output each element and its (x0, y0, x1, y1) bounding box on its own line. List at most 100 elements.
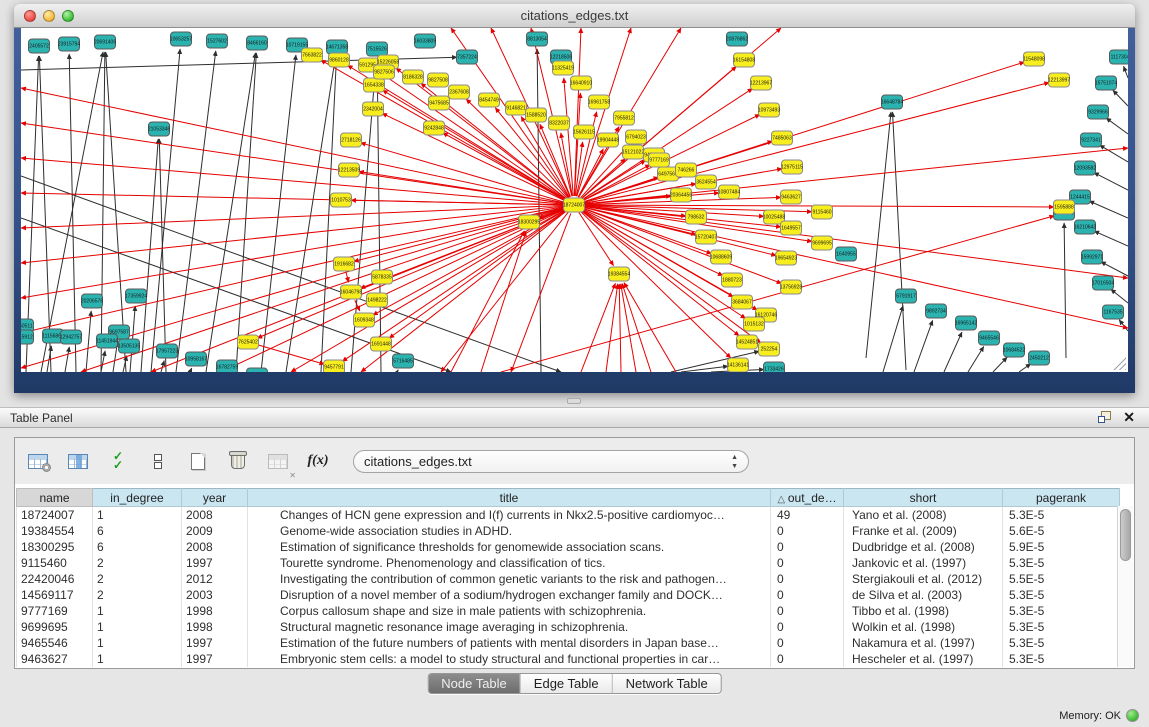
graph-node[interactable]: 12923446 (246, 368, 268, 373)
column-header-year[interactable]: year (182, 489, 248, 507)
graph-node[interactable]: 2718126 (340, 133, 362, 148)
graph-node[interactable]: 9115460 (811, 205, 833, 220)
table-row[interactable]: 1456911722003Disruption of a novel membe… (17, 587, 1120, 603)
graph-node[interactable]: 16782759 (216, 360, 238, 373)
graph-edge[interactable] (574, 28, 581, 196)
graph-node[interactable]: 12093582 (1074, 161, 1096, 176)
graph-edge[interactable] (1124, 66, 1128, 78)
graph-node[interactable]: 15121022 (622, 145, 644, 160)
panel-resize-handle[interactable] (567, 398, 581, 404)
graph-node[interactable]: 9827506 (373, 65, 395, 80)
table-settings-button[interactable] (23, 446, 53, 476)
vertical-scrollbar[interactable] (1117, 506, 1133, 667)
graph-edge[interactable] (221, 209, 566, 372)
graph-node[interactable]: 5716485 (392, 354, 414, 369)
column-header-in_degree[interactable]: in_degree (93, 489, 182, 507)
graph-edge[interactable] (236, 53, 256, 372)
graph-edge[interactable] (893, 112, 906, 370)
graph-edge[interactable] (141, 139, 158, 372)
graph-node[interactable]: 8813054 (526, 32, 548, 47)
graph-node[interactable]: 19384554 (608, 267, 630, 282)
graph-edge[interactable] (622, 284, 651, 372)
close-panel-icon[interactable]: ✕ (1123, 410, 1135, 424)
table-row[interactable]: 1938455462009Genome-wide association stu… (17, 523, 1120, 539)
graph-node[interactable]: 21053346 (148, 122, 170, 137)
graph-edge[interactable] (21, 158, 565, 204)
graph-edge[interactable] (65, 347, 69, 372)
graph-node[interactable]: 1654338 (363, 78, 385, 93)
graph-node[interactable]: 8454749 (478, 93, 500, 108)
graph-node[interactable]: 2342004 (362, 102, 384, 117)
graph-node[interactable]: 10807484 (718, 185, 740, 200)
graph-node[interactable]: 12213509 (338, 163, 360, 178)
graph-node[interactable]: 14136141 (727, 358, 749, 373)
graph-node[interactable]: 18724007 (563, 198, 585, 213)
graph-node[interactable]: 1117304 (1109, 50, 1128, 65)
graph-node[interactable]: 8466160 (246, 36, 268, 51)
graph-node[interactable]: 12213967 (750, 76, 772, 91)
graph-node[interactable]: 252254 (758, 342, 780, 357)
select-all-button[interactable]: ✓✓ (103, 446, 133, 476)
graph-node[interactable]: 9463627 (780, 190, 802, 205)
graph-node[interactable]: 8186328 (402, 70, 424, 85)
graph-edge[interactable] (41, 52, 103, 372)
graph-node[interactable]: 2367608 (448, 85, 470, 100)
graph-node[interactable]: 9457791 (323, 360, 345, 373)
graph-edge[interactable] (396, 68, 567, 199)
table-row[interactable]: 946362711997Embryonic stem cells: a mode… (17, 651, 1120, 667)
graph-edge[interactable] (1089, 201, 1128, 218)
graph-node[interactable]: 20876862 (726, 32, 748, 47)
graph-edge[interactable] (564, 78, 573, 196)
graph-node[interactable]: 19904448 (597, 133, 619, 148)
graph-node[interactable]: 16640910 (570, 76, 592, 91)
graph-edge[interactable] (583, 82, 1050, 202)
graph-node[interactable]: 7625402 (237, 335, 259, 350)
graph-edge[interactable] (39, 56, 51, 372)
graph-node[interactable]: 1167535 (1102, 305, 1124, 320)
graph-edge[interactable] (1119, 320, 1128, 331)
graph-node[interactable]: 6791917 (895, 289, 917, 304)
float-panel-icon[interactable] (1098, 411, 1111, 423)
graph-edge[interactable] (190, 368, 192, 372)
graph-node[interactable]: 7663822 (301, 48, 323, 63)
graph-node[interactable]: 15626115 (573, 125, 595, 140)
table-row[interactable]: 946554611997Estimation of the future num… (17, 635, 1120, 651)
graph-node[interactable]: 1595888 (1053, 200, 1075, 215)
graph-node[interactable]: 14524851 (736, 335, 758, 350)
table-row[interactable]: 977716911998Corpus callosum shape and si… (17, 603, 1120, 619)
graph-node[interactable]: 1640955 (835, 247, 857, 262)
graph-edge[interactable] (581, 283, 615, 372)
graph-node[interactable]: 1691448 (370, 337, 392, 352)
graph-node[interactable]: 9699695 (811, 236, 833, 251)
function-builder-button[interactable]: f(x) (303, 446, 333, 476)
graph-edge[interactable] (101, 52, 105, 372)
graph-node[interactable]: 17359924 (125, 289, 147, 304)
graph-node[interactable]: 17016504 (1092, 276, 1114, 291)
graph-edge[interactable] (346, 273, 348, 283)
column-header-title[interactable]: title (248, 489, 771, 507)
table-row[interactable]: 969969511998Structural magnetic resonanc… (17, 619, 1120, 635)
graph-node[interactable]: 11451944 (96, 334, 118, 349)
graph-edge[interactable] (1101, 262, 1128, 276)
graph-node[interactable]: 15992971 (1081, 250, 1103, 265)
graph-node[interactable]: 18300295 (518, 215, 540, 230)
memory-status[interactable]: Memory: OK (1059, 709, 1139, 722)
graph-node[interactable]: 16033809 (414, 34, 436, 49)
scrollbar-thumb[interactable] (1120, 509, 1131, 561)
graph-edge[interactable] (86, 311, 91, 372)
graph-edge[interactable] (1094, 173, 1128, 190)
graph-node[interactable]: 7485063 (771, 131, 793, 146)
graph-node[interactable]: 2405572 (28, 39, 50, 54)
graph-node[interactable]: 9146821 (505, 101, 527, 116)
graph-node[interactable]: 16154808 (733, 53, 755, 68)
new-table-button[interactable] (183, 446, 213, 476)
graph-edge[interactable] (1100, 145, 1128, 162)
graph-node[interactable]: 9860128 (328, 53, 350, 68)
graph-node[interactable]: 16046798 (340, 285, 362, 300)
unselect-all-button[interactable] (143, 446, 173, 476)
graph-node[interactable]: 11325419 (552, 61, 574, 76)
graph-node[interactable]: 20206576 (81, 294, 103, 309)
table-row[interactable]: 1830029562008Estimation of significance … (17, 539, 1120, 555)
table-row[interactable]: 2242004622012Investigating the contribut… (17, 571, 1120, 587)
graph-node[interactable]: 10653257 (170, 32, 192, 47)
